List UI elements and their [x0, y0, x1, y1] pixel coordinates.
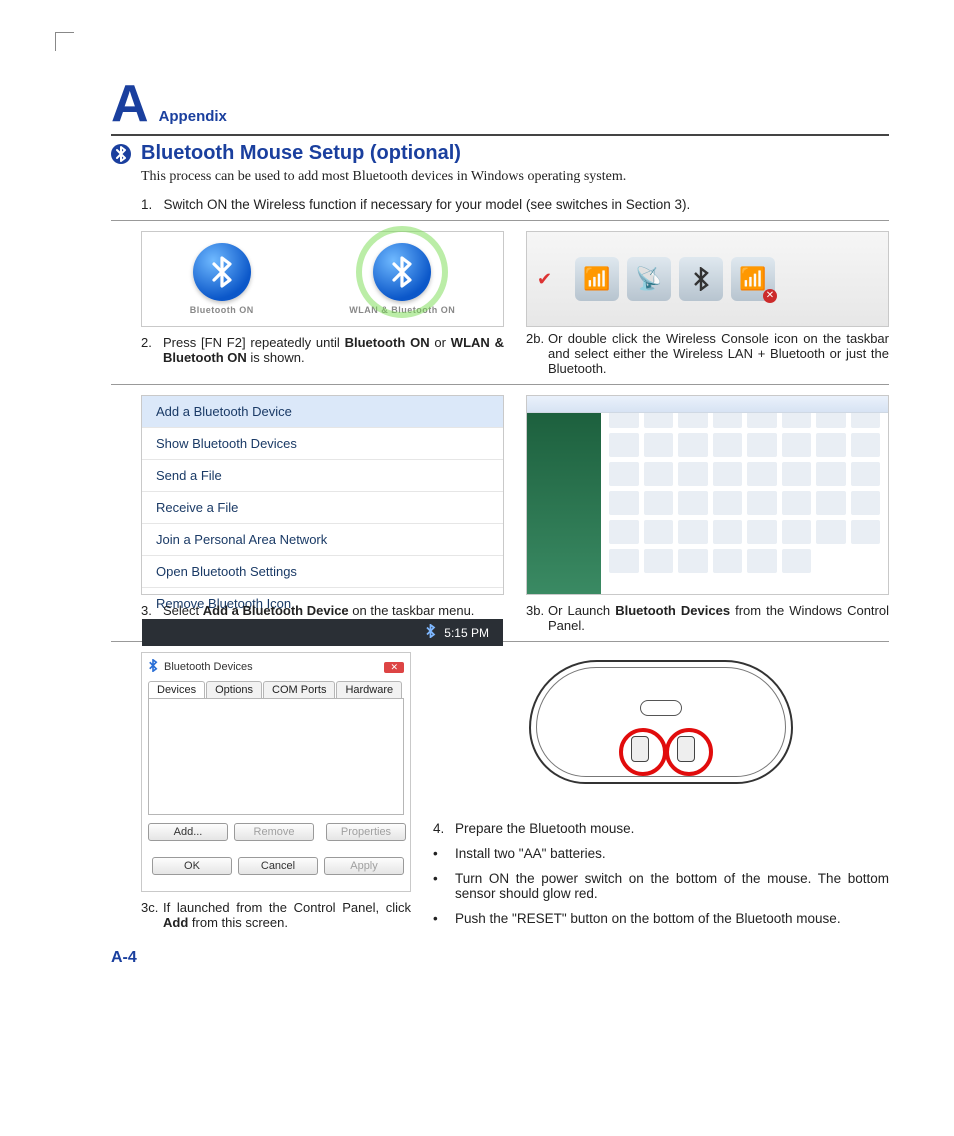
step-3c-num: 3c.: [141, 900, 158, 915]
tab-devices[interactable]: Devices: [148, 681, 205, 698]
menu-receive-file[interactable]: Receive a File: [142, 491, 503, 523]
step-4-bullet: • Install two "AA" batteries.: [433, 841, 889, 866]
step-2-num: 2.: [141, 335, 152, 350]
figure-control-panel: [526, 395, 889, 595]
apply-button[interactable]: Apply: [324, 857, 404, 875]
ok-button[interactable]: OK: [152, 857, 232, 875]
tray-bluetooth-icon[interactable]: [425, 624, 436, 641]
step-3: 3. Select Add a Bluetooth Device on the …: [141, 603, 504, 618]
separator: [111, 384, 889, 385]
separator: [111, 220, 889, 221]
dialog-tabs: Devices Options COM Ports Hardware: [148, 681, 404, 698]
menu-add-bluetooth[interactable]: Add a Bluetooth Device: [142, 396, 503, 427]
section-title: Bluetooth Mouse Setup (optional): [141, 142, 461, 165]
device-list-panel: [148, 698, 404, 815]
tab-options[interactable]: Options: [206, 681, 262, 698]
dialog-title: Bluetooth Devices ✕: [148, 659, 404, 675]
figure-wireless-console: ✔ 📶 📡 📶✕: [526, 231, 889, 327]
menu-join-pan[interactable]: Join a Personal Area Network: [142, 523, 503, 555]
taskbar: 5:15 PM: [142, 619, 503, 646]
selection-marker-icon: ✔: [537, 269, 567, 290]
step-3-num: 3.: [141, 603, 152, 618]
wifi-icon: 📡: [627, 257, 671, 301]
step-2b-num: 2b.: [526, 331, 544, 346]
control-panel-grid: [601, 396, 888, 594]
disabled-icon: 📶✕: [731, 257, 775, 301]
cancel-button[interactable]: Cancel: [238, 857, 318, 875]
remove-button[interactable]: Remove: [234, 823, 314, 841]
bt-icon: [679, 257, 723, 301]
highlight-circle-icon: [619, 728, 667, 776]
step-3c: 3c. If launched from the Control Panel, …: [141, 900, 411, 930]
add-button[interactable]: Add...: [148, 823, 228, 841]
tab-hardware[interactable]: Hardware: [336, 681, 402, 698]
step-3b-num: 3b.: [526, 603, 544, 618]
step-4-bullet: • Push the "RESET" button on the bottom …: [433, 906, 889, 931]
figure-bluetooth-devices-dialog: Bluetooth Devices ✕ Devices Options COM …: [141, 652, 411, 892]
bluetooth-on-indicator: Bluetooth ON: [190, 243, 254, 315]
chapter-label: Appendix: [159, 108, 227, 125]
step-2: 2. Press [FN F2] repeatedly until Blueto…: [141, 335, 504, 365]
properties-button[interactable]: Properties: [326, 823, 406, 841]
step-1-num: 1.: [141, 197, 152, 212]
step-4: 4. Prepare the Bluetooth mouse.: [433, 816, 889, 841]
chapter-letter: A: [111, 78, 149, 130]
menu-show-bluetooth[interactable]: Show Bluetooth Devices: [142, 427, 503, 459]
step-4-bullet: • Turn ON the power switch on the bottom…: [433, 866, 889, 906]
figure-mouse-bottom: [433, 652, 889, 808]
step-1: 1. Switch ON the Wireless function if ne…: [141, 197, 889, 212]
tab-com-ports[interactable]: COM Ports: [263, 681, 335, 698]
tray-time: 5:15 PM: [444, 626, 489, 640]
menu-send-file[interactable]: Send a File: [142, 459, 503, 491]
control-panel-sidebar: [527, 396, 601, 594]
step-2b: 2b. Or double click the Wireless Console…: [526, 331, 889, 376]
wlan-bluetooth-on-indicator: WLAN & Bluetooth ON: [349, 243, 455, 315]
bluetooth-on-label: Bluetooth ON: [190, 305, 254, 315]
section-intro: This process can be used to add most Blu…: [141, 169, 889, 185]
step-4-num: 4.: [433, 821, 444, 836]
wifi-bt-icon: 📶: [575, 257, 619, 301]
chapter-rule: [111, 134, 889, 136]
mouse-sensor: [640, 700, 682, 716]
step-3b: 3b. Or Launch Bluetooth Devices from the…: [526, 603, 889, 633]
crop-mark: [55, 32, 74, 51]
figure-taskbar-menu: Add a Bluetooth Device Show Bluetooth De…: [141, 395, 504, 595]
step-2b-text: Or double click the Wireless Console ico…: [548, 331, 889, 376]
page-number: A-4: [111, 949, 889, 967]
close-icon[interactable]: ✕: [384, 662, 404, 673]
step-4-text: Prepare the Bluetooth mouse.: [455, 821, 634, 836]
menu-open-settings[interactable]: Open Bluetooth Settings: [142, 555, 503, 587]
highlight-circle-icon: [665, 728, 713, 776]
chapter-head: A Appendix: [111, 78, 889, 130]
bluetooth-icon: [111, 144, 131, 164]
figure-bluetooth-status: Bluetooth ON WLAN & Bluetooth ON: [141, 231, 504, 327]
step-1-text: Switch ON the Wireless function if neces…: [164, 197, 691, 212]
